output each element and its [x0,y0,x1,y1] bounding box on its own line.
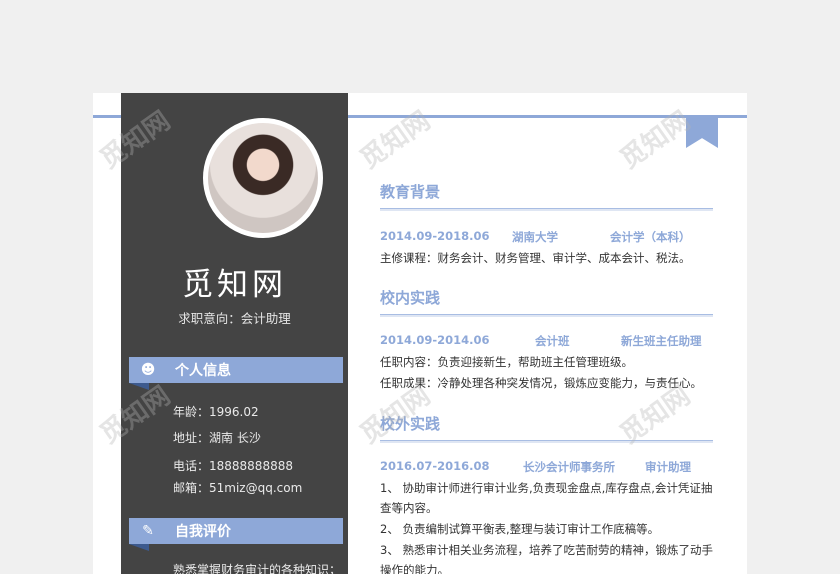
campus-role: 新生班主任助理 [621,334,702,348]
external-divider [380,440,713,443]
person-name: 觅知网 [182,267,287,303]
campus-date: 2014.09-2014.06 [380,333,490,347]
education-major: 会计学（本科） [610,230,691,244]
self-eval-header: ✎ 自我评价 [129,518,343,551]
self-eval-title: 自我评价 [175,524,231,540]
education-date: 2014.09-2018.06 [380,229,490,243]
external-item: 3、 熟悉审计相关业务流程，培养了吃苦耐劳的精神，锻炼了动手 [380,543,713,557]
external-item: 2、 负责编制试算平衡表,整理与装订审计工作底稿等。 [380,522,660,536]
education-divider [380,208,713,211]
external-item: 操作的能力。 [380,563,449,574]
education-school: 湖南大学 [512,230,558,244]
email-text: 邮箱：51miz@qq.com [173,481,303,495]
external-org: 长沙会计师事务所 [523,460,615,474]
campus-org: 会计班 [535,334,570,348]
campus-title: 校内实践 [380,289,441,307]
avatar [203,118,323,238]
job-intent: 求职意向：会计助理 [178,311,291,326]
campus-content: 任职内容：负责迎接新生，帮助班主任管理班级。 [380,355,633,369]
external-item: 查等内容。 [380,501,438,515]
education-title: 教育背景 [380,183,441,201]
external-item: 1、 协助审计师进行审计业务,负责现金盘点,库存盘点,会计凭证抽 [380,481,713,495]
education-course: 主修课程：财务会计、财务管理、审计学、成本会计、税法。 [380,251,691,265]
document-icon: ✎ [142,523,154,539]
external-date: 2016.07-2016.08 [380,459,490,473]
external-role: 审计助理 [645,460,691,474]
self-eval-text: 熟悉掌握财务审计的各种知识；能 [173,563,342,574]
campus-result: 任职成果：冷静处理各种突发情况，锻炼应变能力，与责任心。 [380,376,702,390]
sidebar: ☻ 个人信息 年龄：1996.02 地址：湖南 长沙 电话：1888888888… [121,93,348,574]
phone-text: 电话：18888888888 [173,459,293,473]
address-text: 地址：湖南 长沙 [173,431,261,445]
campus-divider [380,314,713,317]
resume-page: ☻ 个人信息 年龄：1996.02 地址：湖南 长沙 电话：1888888888… [93,93,747,574]
personal-info-header: ☻ 个人信息 [129,357,343,390]
personal-info-title: 个人信息 [175,363,231,379]
age-text: 年龄：1996.02 [173,405,259,419]
